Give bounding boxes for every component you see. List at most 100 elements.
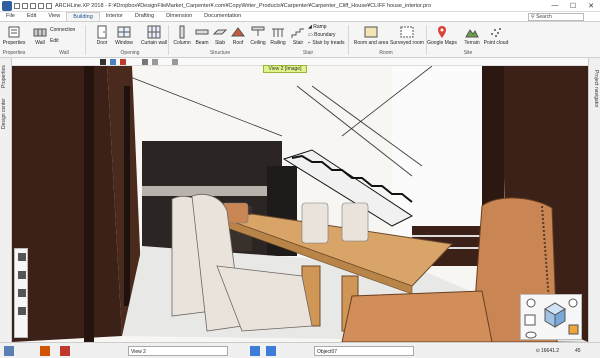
eye-icon[interactable]	[525, 331, 537, 339]
door-icon	[97, 25, 107, 39]
view-selector-value: View 2	[131, 349, 146, 355]
save-icon[interactable]	[30, 2, 36, 9]
list-icon[interactable]	[18, 253, 26, 261]
google-maps-label: Google Maps	[427, 40, 457, 46]
tab-interior[interactable]: Interior	[100, 12, 129, 21]
zoom-icon[interactable]	[568, 298, 578, 308]
grid-tool-icon[interactable]	[172, 59, 178, 65]
3d-viewport[interactable]	[12, 66, 588, 342]
tab-drafting[interactable]: Drafting	[129, 12, 160, 21]
properties-icon	[8, 26, 20, 38]
quick-access-toolbar	[14, 2, 52, 9]
right-side-panel: Project navigator	[588, 58, 600, 342]
left-side-panel: Properties Design center	[0, 58, 12, 342]
magnet-icon[interactable]	[40, 346, 50, 356]
project-navigator-panel-tab[interactable]: Project navigator	[589, 64, 599, 114]
roof-label: Roof	[232, 40, 244, 46]
room-and-area-label: Room and area	[353, 40, 389, 46]
object-selector-value: Object07	[317, 349, 338, 355]
stair-by-treads-label: Stair by treads	[312, 40, 345, 46]
boundary-label: Boundary	[314, 32, 336, 38]
ribbon-separator	[348, 25, 349, 55]
up-arrow-icon[interactable]	[250, 346, 260, 356]
group-wall-label: Wall	[59, 50, 69, 56]
redo-icon[interactable]	[46, 2, 52, 9]
railing-icon	[272, 28, 284, 37]
fit-icon[interactable]	[18, 307, 26, 315]
group-opening-label: Opening	[120, 50, 140, 56]
tab-view[interactable]: View	[42, 12, 66, 21]
point-cloud-label: Point cloud	[483, 40, 509, 46]
close-button[interactable]: ✕	[582, 0, 600, 12]
tab-dimension[interactable]: Dimension	[160, 12, 198, 21]
design-center-panel-tab[interactable]: Design center	[1, 94, 11, 134]
layers-icon[interactable]	[4, 346, 14, 356]
select-tool-icon[interactable]	[100, 59, 106, 65]
coordinates-extra: 45	[575, 348, 581, 354]
stair-by-treads-button[interactable]: ⌐ Stair by treads	[308, 40, 345, 46]
tab-edit[interactable]: Edit	[21, 12, 42, 21]
status-bar: View 2 Object07 ⊙ 16641.2 45	[0, 342, 600, 358]
column-icon	[179, 25, 185, 39]
properties-panel-tab[interactable]: Properties	[1, 62, 11, 92]
ceiling-icon	[251, 26, 265, 36]
connection-button[interactable]: Connection	[50, 27, 75, 33]
point-cloud-icon	[491, 28, 501, 37]
boundary-button[interactable]: ▭ Boundary	[308, 32, 336, 38]
maximize-button[interactable]: ☐	[564, 0, 582, 12]
interior-render	[12, 66, 588, 342]
open-file-icon[interactable]	[22, 2, 28, 9]
search-label: Search	[536, 14, 552, 20]
left-wood-wall	[12, 66, 122, 342]
title-bar: ARCHLine.XP 2018 - F:¥Dropbox¥DesignFile…	[0, 0, 600, 12]
snap-tool-icon[interactable]	[152, 59, 158, 65]
pen-tool-icon[interactable]	[110, 59, 116, 65]
ramp-label: Ramp	[313, 24, 327, 30]
delete-tool-icon[interactable]	[120, 59, 126, 65]
ramp-button[interactable]: ◢ Ramp	[308, 24, 327, 30]
new-file-icon[interactable]	[14, 2, 20, 9]
surveyed-room-button[interactable]: Surveyed room	[388, 25, 426, 46]
room-and-area-icon	[364, 26, 378, 38]
surveyed-room-label: Surveyed room	[390, 40, 424, 46]
tab-file[interactable]: File	[0, 12, 21, 21]
tab-building[interactable]: Building	[66, 12, 100, 21]
group-site-label: Site	[463, 50, 473, 56]
view-selector[interactable]: View 2	[128, 346, 228, 356]
orbit-icon[interactable]	[524, 314, 536, 326]
view-label-tab[interactable]: View 2 [Image]	[263, 65, 307, 73]
tab-documentation[interactable]: Documentation	[198, 12, 247, 21]
ribbon: Properties Wall Connection Edit Door Win…	[0, 22, 600, 58]
walk-icon[interactable]	[526, 298, 536, 308]
properties-button[interactable]: Properties	[0, 25, 28, 46]
window-title: ARCHLine.XP 2018 - F:¥Dropbox¥DesignFile…	[55, 2, 432, 9]
edit-button[interactable]: Edit	[50, 38, 59, 44]
ribbon-separator	[85, 25, 86, 55]
render-mode-icon[interactable]	[568, 324, 579, 335]
layer-tool-icon[interactable]	[142, 59, 148, 65]
down-arrow-icon[interactable]	[266, 346, 276, 356]
map-pin-icon	[438, 26, 446, 38]
point-cloud-button[interactable]: Point cloud	[480, 25, 512, 46]
window-button[interactable]: Window	[110, 25, 138, 46]
search-input[interactable]: ⚲ Search	[528, 13, 584, 21]
terrain-label: Terrain	[464, 40, 480, 46]
snap-icon[interactable]	[60, 346, 70, 356]
room-and-area-button[interactable]: Room and area	[352, 25, 390, 46]
group-room-label: Room	[379, 50, 393, 56]
stair-icon	[291, 28, 304, 38]
kitchen-backsplash	[142, 186, 282, 196]
object-selector[interactable]: Object07	[314, 346, 414, 356]
google-maps-button[interactable]: Google Maps	[426, 25, 458, 46]
plus-icon[interactable]	[18, 271, 26, 279]
ribbon-tabs: File Edit View Building Interior Draftin…	[0, 12, 600, 22]
wood-post	[84, 66, 94, 342]
minus-icon[interactable]	[18, 289, 26, 297]
undo-icon[interactable]	[38, 2, 44, 9]
curtain-wall-button[interactable]: Curtain wall	[138, 25, 170, 46]
app-logo-icon	[2, 0, 12, 11]
minimize-button[interactable]: —	[546, 0, 564, 12]
viewport-tool-column	[14, 248, 28, 338]
window-icon	[117, 26, 131, 38]
roof-icon	[231, 27, 245, 37]
